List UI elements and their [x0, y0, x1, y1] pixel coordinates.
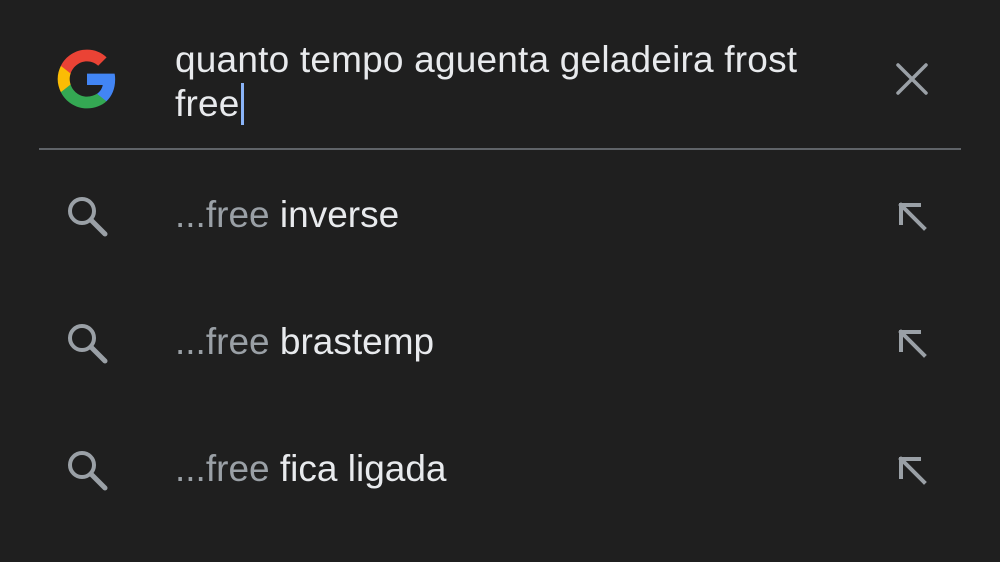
suggestion-prefix: ...free [175, 448, 280, 489]
suggestion-item[interactable]: ...free inverse [0, 152, 1000, 278]
divider [39, 148, 961, 150]
arrow-up-left-icon [898, 329, 927, 358]
text-caret [240, 83, 244, 125]
suggestion-text: ...free inverse [175, 193, 399, 237]
arrow-up-left-icon [898, 202, 927, 231]
fill-query-button[interactable] [890, 321, 934, 365]
suggestion-completion: brastemp [279, 321, 435, 362]
suggestion-prefix: ...free [175, 321, 280, 362]
clear-search-button[interactable] [890, 57, 934, 101]
google-g-icon [57, 49, 116, 109]
search-icon [68, 197, 108, 237]
search-icon [68, 451, 108, 491]
suggestion-completion: inverse [279, 194, 400, 235]
suggestion-text: ...free brastemp [175, 320, 434, 364]
suggestion-item[interactable]: ...free brastemp [0, 279, 1000, 405]
arrow-up-left-icon [898, 456, 927, 485]
suggestion-completion: fica ligada [279, 448, 447, 489]
fill-query-button[interactable] [890, 448, 934, 492]
fill-query-button[interactable] [890, 194, 934, 238]
search-header: quanto tempo aguenta geladeira frost fre… [0, 0, 1000, 150]
search-query-text: quanto tempo aguenta geladeira frost fre… [175, 39, 798, 124]
suggestion-text: ...free fica ligada [175, 447, 447, 491]
search-query-input[interactable]: quanto tempo aguenta geladeira frost fre… [175, 38, 855, 126]
suggestion-item[interactable]: ...free fica ligada [0, 406, 1000, 532]
suggestion-prefix: ...free [175, 194, 280, 235]
search-icon [68, 324, 108, 364]
close-icon [896, 63, 928, 95]
